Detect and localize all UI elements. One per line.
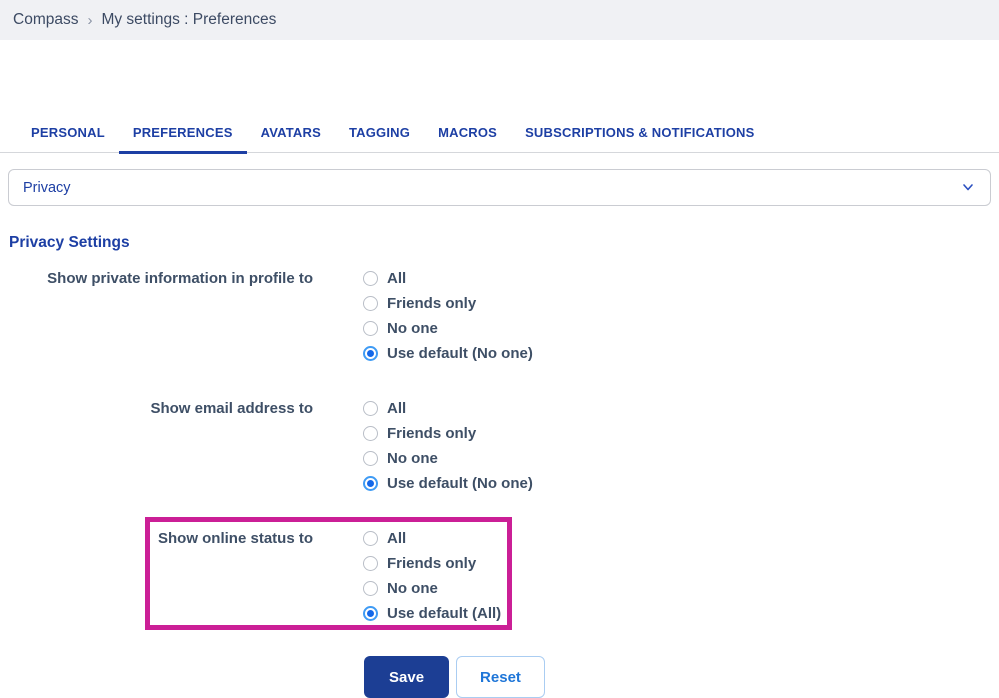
settings-section-select[interactable]: Privacy — [8, 169, 991, 206]
radio-selected-icon[interactable] — [363, 346, 378, 361]
section-select-wrapper: Privacy — [8, 169, 991, 206]
radio-group-private-information: All Friends only No one Use default (No … — [363, 266, 533, 366]
save-button[interactable]: Save — [364, 656, 449, 698]
radio-icon[interactable] — [363, 556, 378, 571]
radio-selected-icon[interactable] — [363, 606, 378, 621]
radio-option-friends-only[interactable]: Friends only — [363, 421, 533, 446]
radio-selected-icon[interactable] — [363, 476, 378, 491]
form-actions: Save Reset — [364, 656, 999, 698]
radio-icon[interactable] — [363, 581, 378, 596]
breadcrumb-app-link[interactable]: Compass — [13, 11, 78, 29]
radio-label[interactable]: No one — [387, 320, 438, 337]
radio-option-all[interactable]: All — [363, 526, 501, 551]
radio-icon[interactable] — [363, 426, 378, 441]
group-label: Show online status to — [0, 526, 313, 626]
radio-option-use-default[interactable]: Use default (All) — [363, 601, 501, 626]
reset-button[interactable]: Reset — [456, 656, 545, 698]
radio-label[interactable]: Friends only — [387, 425, 476, 442]
radio-label[interactable]: No one — [387, 450, 438, 467]
radio-label[interactable]: All — [387, 270, 406, 287]
tab-avatars[interactable]: AVATARS — [247, 116, 335, 152]
settings-tab-bar: PERSONAL PREFERENCES AVATARS TAGGING MAC… — [0, 116, 999, 153]
radio-group-online-status: All Friends only No one Use default (All… — [363, 526, 501, 626]
radio-option-use-default[interactable]: Use default (No one) — [363, 471, 533, 496]
radio-icon[interactable] — [363, 401, 378, 416]
radio-icon[interactable] — [363, 531, 378, 546]
breadcrumb-separator-icon: › — [87, 12, 92, 29]
radio-label[interactable]: Use default (All) — [387, 605, 501, 622]
breadcrumb: Compass › My settings : Preferences — [0, 0, 999, 40]
radio-option-all[interactable]: All — [363, 396, 533, 421]
radio-option-friends-only[interactable]: Friends only — [363, 291, 533, 316]
radio-option-no-one[interactable]: No one — [363, 316, 533, 341]
radio-icon[interactable] — [363, 271, 378, 286]
radio-label[interactable]: Friends only — [387, 555, 476, 572]
group-email-address: Show email address to All Friends only N… — [0, 396, 999, 496]
radio-option-all[interactable]: All — [363, 266, 533, 291]
group-online-status: Show online status to All Friends only N… — [0, 526, 999, 626]
breadcrumb-current-page: My settings : Preferences — [101, 11, 276, 29]
radio-label[interactable]: No one — [387, 580, 438, 597]
tab-macros[interactable]: MACROS — [424, 116, 511, 152]
radio-option-use-default[interactable]: Use default (No one) — [363, 341, 533, 366]
group-private-information: Show private information in profile to A… — [0, 266, 999, 366]
radio-option-no-one[interactable]: No one — [363, 576, 501, 601]
radio-label[interactable]: Use default (No one) — [387, 475, 533, 492]
radio-label[interactable]: All — [387, 530, 406, 547]
radio-option-no-one[interactable]: No one — [363, 446, 533, 471]
tab-subscriptions-notifications[interactable]: SUBSCRIPTIONS & NOTIFICATIONS — [511, 116, 768, 152]
radio-icon[interactable] — [363, 296, 378, 311]
radio-label[interactable]: Use default (No one) — [387, 345, 533, 362]
tab-tagging[interactable]: TAGGING — [335, 116, 424, 152]
group-label: Show email address to — [0, 396, 313, 496]
tab-personal[interactable]: PERSONAL — [17, 116, 119, 152]
radio-icon[interactable] — [363, 451, 378, 466]
tab-preferences[interactable]: PREFERENCES — [119, 116, 247, 152]
radio-icon[interactable] — [363, 321, 378, 336]
radio-label[interactable]: Friends only — [387, 295, 476, 312]
privacy-settings-heading: Privacy Settings — [9, 234, 999, 252]
radio-group-email-address: All Friends only No one Use default (No … — [363, 396, 533, 496]
group-label: Show private information in profile to — [0, 266, 313, 366]
radio-option-friends-only[interactable]: Friends only — [363, 551, 501, 576]
radio-label[interactable]: All — [387, 400, 406, 417]
